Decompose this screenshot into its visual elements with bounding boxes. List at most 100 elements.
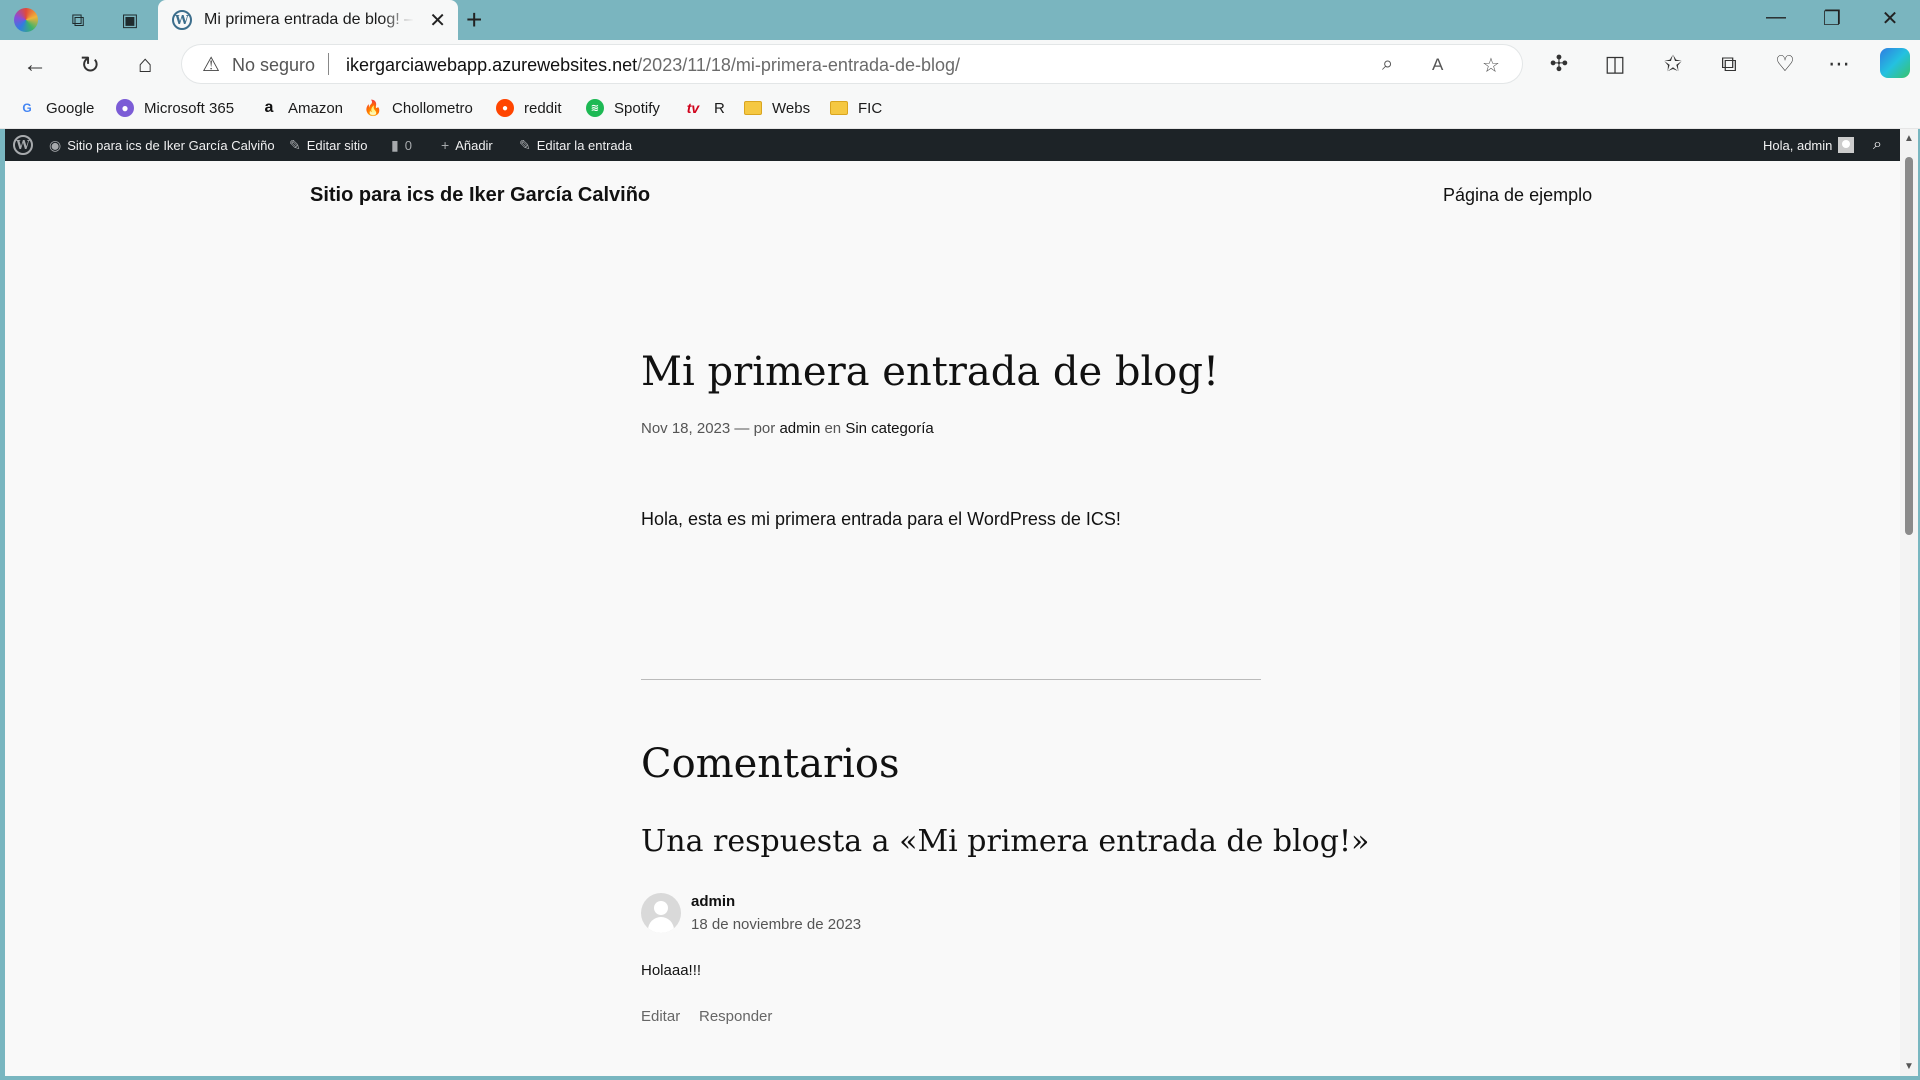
comment-avatar [641, 893, 681, 933]
tv-icon: tv [686, 100, 700, 116]
wordpress-favicon-icon: W [172, 10, 192, 30]
collections-icon[interactable]: ⧉ [1714, 51, 1744, 77]
warning-icon[interactable]: ⚠ [202, 52, 220, 77]
reply-heading: Una respuesta a «Mi primera entrada de b… [641, 824, 1370, 859]
bookmark-label: Spotify [614, 99, 660, 117]
scrollbar[interactable]: ▲ ▼ [1900, 129, 1918, 1076]
bookmark-folder-fic[interactable]: FIC [830, 97, 882, 119]
address-separator [328, 53, 329, 75]
separator [641, 679, 1261, 680]
favorites-icon[interactable]: ✩ [1658, 51, 1688, 77]
zoom-icon[interactable]: ⌕ [1382, 53, 1393, 76]
browser-toolbar: ← ↻ ⌂ ⚠ No seguro ikergarciawebapp.azure… [0, 40, 1920, 88]
post-title: Mi primera entrada de blog! [641, 349, 1220, 395]
post-in: en [824, 420, 842, 437]
post-category[interactable]: Sin categoría [845, 420, 933, 437]
bookmark-label: Microsoft 365 [144, 99, 235, 117]
wp-logo-menu[interactable]: W [13, 129, 33, 161]
microsoft365-icon: ● [116, 99, 134, 117]
wp-admin-bar: W ◉ Sitio para ics de Iker García Calviño… [5, 129, 1900, 161]
admin-edit-site-label: Editar sitio [306, 137, 368, 153]
brush-icon: ✎ [289, 136, 301, 153]
google-icon: G [22, 101, 32, 115]
scroll-down-icon[interactable]: ▼ [1904, 1061, 1914, 1072]
pencil-icon: ✎ [519, 136, 531, 153]
reddit-icon: ● [496, 99, 514, 117]
post-author[interactable]: admin [779, 420, 820, 437]
post-meta: Nov 18, 2023 — por admin en Sin categorí… [641, 420, 934, 437]
comment-date[interactable]: 18 de noviembre de 2023 [691, 916, 861, 933]
comment-text: Holaaa!!! [641, 962, 702, 979]
bookmark-label: reddit [524, 99, 562, 117]
admin-edit-site[interactable]: ✎ Editar sitio [289, 129, 367, 161]
profile-icon[interactable] [12, 6, 40, 34]
admin-edit-post[interactable]: ✎ Editar la entrada [519, 129, 632, 161]
vertical-tabs-icon[interactable]: ▣ [116, 6, 144, 34]
browser-essentials-icon[interactable]: ♡ [1770, 51, 1800, 77]
bookmark-label: Chollometro [392, 99, 473, 117]
bookmark-label: Google [46, 99, 95, 117]
folder-icon [744, 101, 762, 115]
admin-add-new-label: Añadir [455, 137, 493, 153]
site-title[interactable]: Sitio para ics de Iker García Calviño [310, 184, 650, 207]
bookmark-microsoft365[interactable]: ● Microsoft 365 [116, 97, 234, 119]
wordpress-logo-icon: W [13, 135, 33, 155]
admin-search[interactable]: ⌕ [1873, 129, 1882, 161]
scroll-thumb[interactable] [1905, 157, 1913, 535]
admin-greeting: Hola, admin [1763, 137, 1833, 153]
admin-add-new[interactable]: + Añadir [441, 129, 493, 161]
bookmark-folder-webs[interactable]: Webs [744, 97, 810, 119]
url-text[interactable]: ikergarciawebapp.azurewebsites.net/2023/… [346, 55, 960, 76]
restore-button[interactable]: ❐ [1812, 6, 1852, 31]
split-screen-icon[interactable]: ◫ [1600, 51, 1630, 77]
comment-bubble-icon: ▮ [391, 136, 399, 153]
tab-active[interactable]: W Mi primera entrada de blog! – Sitio pa… [158, 0, 458, 40]
nav-sample-page[interactable]: Página de ejemplo [1443, 185, 1592, 206]
admin-my-account[interactable]: Hola, admin [1763, 129, 1855, 161]
tab-strip: ⧉ ▣ W Mi primera entrada de blog! – Siti… [0, 0, 1920, 40]
back-button[interactable]: ← [20, 50, 50, 80]
comment-reply-link[interactable]: Responder [699, 1008, 772, 1025]
address-bar[interactable]: ⚠ No seguro ikergarciawebapp.azurewebsit… [182, 45, 1522, 83]
post-by: — por [734, 420, 776, 437]
more-options-icon[interactable]: ⋯ [1824, 51, 1854, 77]
search-icon: ⌕ [1873, 136, 1882, 153]
bookmark-chollometro[interactable]: 🔥 Chollometro [364, 97, 473, 119]
refresh-button[interactable]: ↻ [75, 50, 105, 80]
bookmark-label: Amazon [288, 99, 344, 117]
comments-count: 0 [404, 137, 412, 153]
bookmark-google[interactable]: G Google [18, 97, 94, 119]
security-label[interactable]: No seguro [232, 55, 315, 76]
admin-comments[interactable]: ▮ 0 [391, 129, 412, 161]
admin-site-name[interactable]: ◉ Sitio para ics de Iker García Calviño [49, 129, 275, 161]
close-tab-icon[interactable]: ✕ [429, 8, 446, 33]
plus-icon: + [441, 137, 450, 153]
bookmark-r[interactable]: tv R [682, 97, 725, 119]
close-window-button[interactable]: ✕ [1870, 6, 1910, 31]
copilot-icon[interactable] [1880, 48, 1910, 78]
spotify-icon: ≋ [586, 99, 604, 117]
page-viewport: W ◉ Sitio para ics de Iker García Calviño… [5, 129, 1918, 1076]
tab-title: Mi primera entrada de blog! – Sitio para… [204, 11, 414, 28]
avatar-icon [1838, 137, 1855, 153]
bookmarks-bar: G Google ● Microsoft 365 a Amazon 🔥 Chollome… [0, 88, 1920, 129]
minimize-button[interactable]: — [1756, 6, 1796, 29]
comments-heading: Comentarios [641, 741, 900, 787]
comment-author: admin [691, 893, 736, 910]
bookmark-label: FIC [858, 99, 883, 117]
flame-icon: 🔥 [363, 100, 383, 117]
bookmark-amazon[interactable]: a Amazon [260, 97, 343, 119]
admin-edit-post-label: Editar la entrada [536, 137, 633, 153]
comment-edit-link[interactable]: Editar [641, 1008, 680, 1025]
new-tab-button[interactable]: + [466, 4, 482, 36]
extensions-icon[interactable]: ✣ [1544, 51, 1574, 77]
read-aloud-icon[interactable]: A [1432, 55, 1443, 75]
favorite-star-icon[interactable]: ☆ [1482, 53, 1500, 78]
bookmark-reddit[interactable]: ● reddit [496, 97, 562, 119]
home-button[interactable]: ⌂ [130, 50, 160, 80]
bookmark-spotify[interactable]: ≋ Spotify [586, 97, 660, 119]
bookmark-label: Webs [772, 99, 811, 117]
scroll-up-icon[interactable]: ▲ [1904, 133, 1914, 144]
post-date[interactable]: Nov 18, 2023 [641, 420, 730, 437]
workspaces-icon[interactable]: ⧉ [64, 6, 92, 34]
